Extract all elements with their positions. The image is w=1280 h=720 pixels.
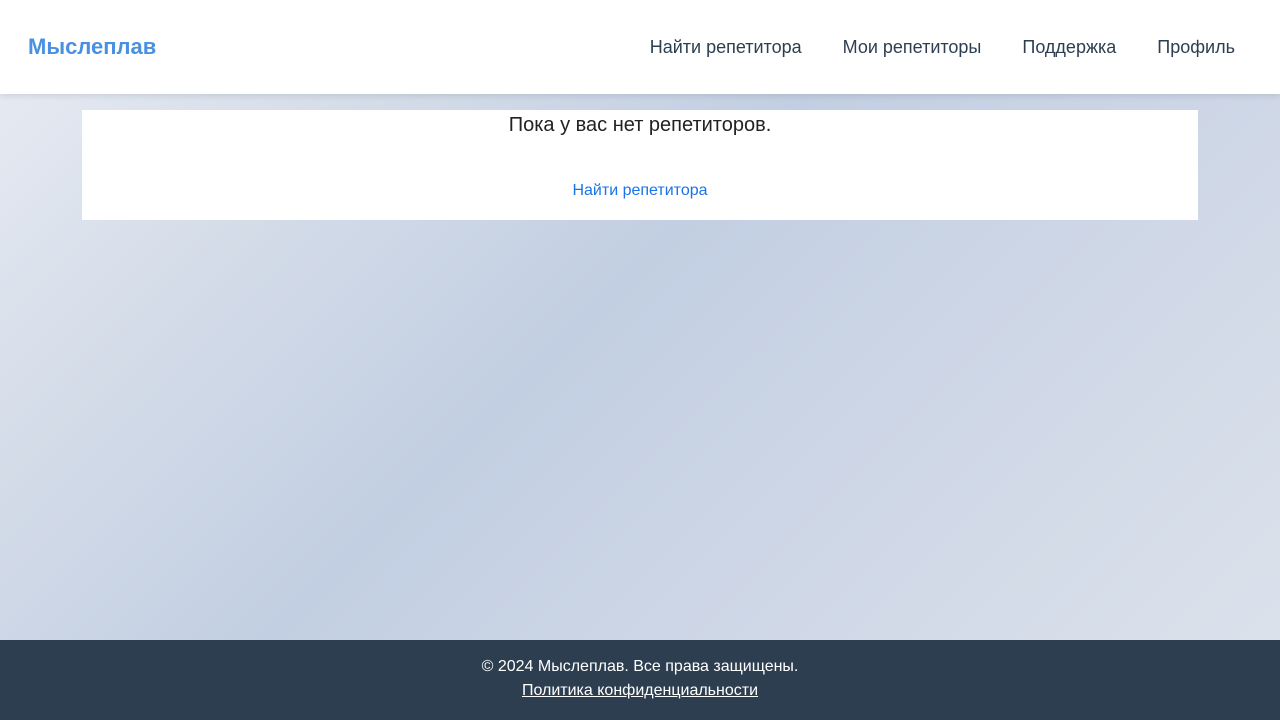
nav-support[interactable]: Поддержка bbox=[1022, 37, 1116, 58]
site-header: Мыслеплав Найти репетитора Мои репетитор… bbox=[0, 0, 1280, 94]
empty-state-message: Пока у вас нет репетиторов. bbox=[508, 114, 772, 136]
nav-find-tutor[interactable]: Найти репетитора bbox=[650, 37, 802, 58]
nav-profile[interactable]: Профиль bbox=[1157, 37, 1235, 58]
copyright-text: © 2024 Мыслеплав. Все права защищены. bbox=[481, 658, 799, 675]
site-footer: © 2024 Мыслеплав. Все права защищены. По… bbox=[0, 640, 1280, 720]
privacy-policy-link[interactable]: Политика конфиденциальности bbox=[522, 681, 758, 701]
main-nav: Найти репетитора Мои репетиторы Поддержк… bbox=[650, 37, 1235, 58]
tutors-card: Пока у вас нет репетиторов. Найти репети… bbox=[82, 110, 1198, 220]
nav-my-tutors[interactable]: Мои репетиторы bbox=[843, 37, 982, 58]
site-logo[interactable]: Мыслеплав bbox=[28, 34, 156, 60]
find-tutor-link[interactable]: Найти репетитора bbox=[82, 182, 1198, 200]
